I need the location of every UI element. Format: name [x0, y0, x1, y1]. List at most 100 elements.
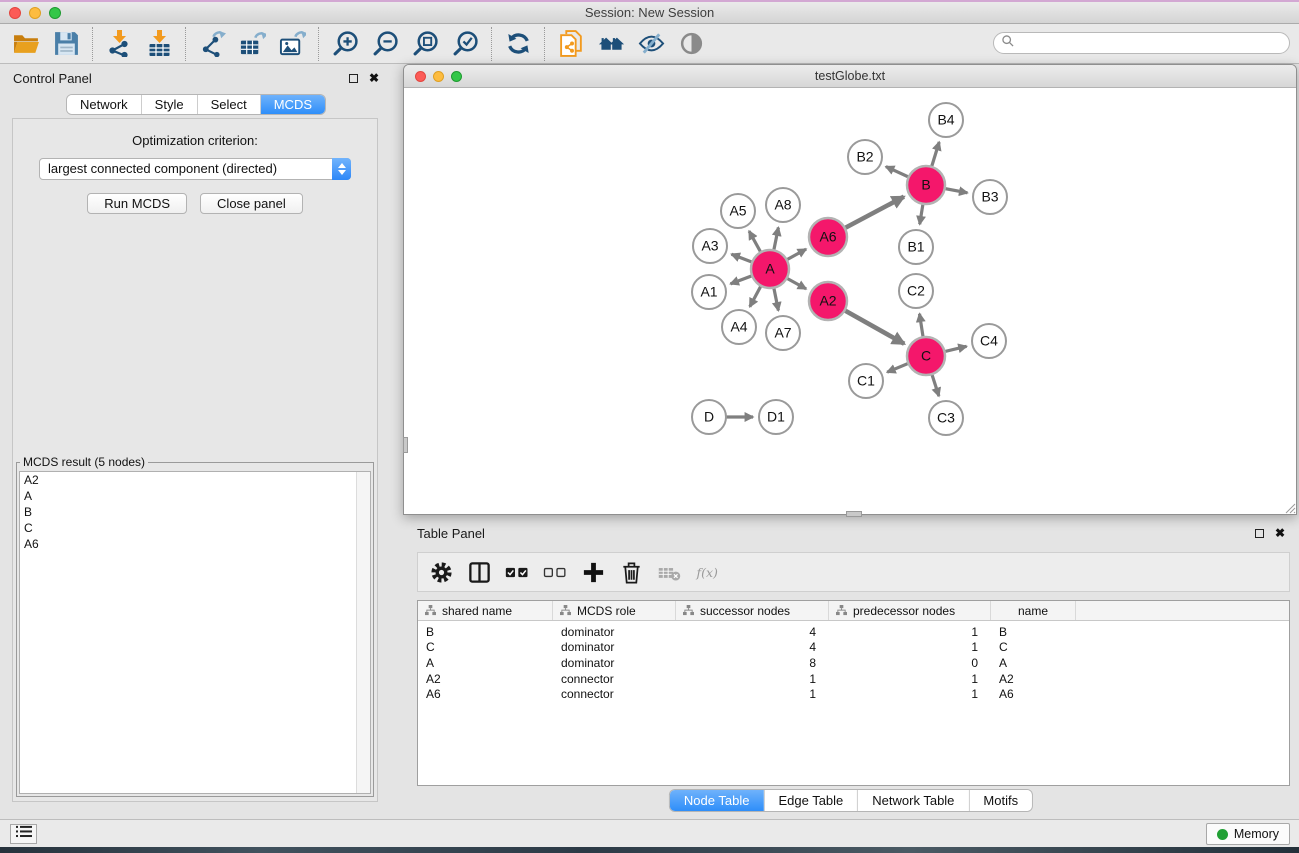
tab-network[interactable]: Network	[67, 95, 141, 114]
save-session-button[interactable]	[46, 27, 86, 61]
column-header-predecessor-nodes[interactable]: predecessor nodes	[829, 601, 991, 620]
mcds-result-item[interactable]: A	[20, 488, 370, 504]
close-window-button[interactable]	[9, 7, 21, 19]
mcds-result-list[interactable]: A2ABCA6	[19, 471, 371, 794]
tab-mcds[interactable]: MCDS	[260, 95, 325, 114]
dropdown-stepper-icon[interactable]	[332, 158, 351, 180]
import-table-button[interactable]	[139, 27, 179, 61]
bottom-divider-handle[interactable]	[846, 511, 862, 517]
search-input[interactable]	[1015, 34, 1289, 52]
graph-node-C3[interactable]: C3	[929, 401, 963, 435]
search-box[interactable]	[993, 32, 1290, 54]
table-row[interactable]: Bdominator41B	[418, 624, 1289, 640]
mcds-result-item[interactable]: A2	[20, 472, 370, 488]
resize-grip-icon[interactable]	[1282, 500, 1296, 514]
graph-node-B3[interactable]: B3	[973, 180, 1007, 214]
graph-node-A2[interactable]: A2	[809, 282, 847, 320]
table-cell-predecessor-nodes[interactable]: 1	[829, 625, 991, 639]
zoom-in-button[interactable]	[325, 27, 365, 61]
zoom-selected-button[interactable]	[445, 27, 485, 61]
export-image-button[interactable]	[272, 27, 312, 61]
column-header-name[interactable]: name	[991, 601, 1076, 620]
graph-node-A5[interactable]: A5	[721, 194, 755, 228]
table-cell-shared-name[interactable]: A6	[418, 687, 553, 701]
float-table-panel-icon[interactable]	[1255, 529, 1264, 538]
graph-node-B2[interactable]: B2	[848, 140, 882, 174]
close-table-panel-icon[interactable]: ✖	[1275, 527, 1285, 539]
table-cell-shared-name[interactable]: A	[418, 656, 553, 670]
table-cell-shared-name[interactable]: C	[418, 640, 553, 654]
table-cell-successor-nodes[interactable]: 1	[676, 672, 829, 686]
network-close-button[interactable]	[415, 71, 426, 82]
table-cell-shared-name[interactable]: A2	[418, 672, 553, 686]
table-cell-predecessor-nodes[interactable]: 1	[829, 672, 991, 686]
table-cell-successor-nodes[interactable]: 1	[676, 687, 829, 701]
network-maximize-button[interactable]	[451, 71, 462, 82]
graph-node-C4[interactable]: C4	[972, 324, 1006, 358]
graph-node-C1[interactable]: C1	[849, 364, 883, 398]
import-network-button[interactable]	[99, 27, 139, 61]
delete-columns-button[interactable]	[612, 555, 650, 589]
zoom-fit-button[interactable]	[405, 27, 445, 61]
graph-node-A8[interactable]: A8	[766, 188, 800, 222]
tab-motifs[interactable]: Motifs	[968, 790, 1032, 811]
column-layout-button[interactable]	[460, 555, 498, 589]
graph-node-A[interactable]: A	[751, 250, 789, 288]
graph-node-A4[interactable]: A4	[722, 310, 756, 344]
tab-select[interactable]: Select	[197, 95, 260, 114]
table-cell-name[interactable]: C	[991, 640, 1076, 654]
apply-layout-button[interactable]	[498, 27, 538, 61]
column-header-shared-name[interactable]: shared name	[418, 601, 553, 620]
mcds-result-item[interactable]: A6	[20, 536, 370, 552]
export-table-button[interactable]	[232, 27, 272, 61]
table-row[interactable]: A6connector11A6	[418, 686, 1289, 702]
table-cell-predecessor-nodes[interactable]: 1	[829, 640, 991, 654]
table-settings-button[interactable]	[422, 555, 460, 589]
tab-network-table[interactable]: Network Table	[857, 790, 968, 811]
show-all-networks-button[interactable]	[591, 27, 631, 61]
graph-node-A1[interactable]: A1	[692, 275, 726, 309]
table-cell-name[interactable]: A	[991, 656, 1076, 670]
float-panel-icon[interactable]	[349, 74, 358, 83]
mcds-result-item[interactable]: C	[20, 520, 370, 536]
birds-eye-view-button[interactable]	[671, 27, 711, 61]
criterion-dropdown[interactable]: largest connected component (directed)	[39, 158, 351, 180]
graph-node-C2[interactable]: C2	[899, 274, 933, 308]
add-column-button[interactable]	[574, 555, 612, 589]
graph-node-B1[interactable]: B1	[899, 230, 933, 264]
graph-node-C[interactable]: C	[907, 337, 945, 375]
open-session-button[interactable]	[6, 27, 46, 61]
table-cell-predecessor-nodes[interactable]: 0	[829, 656, 991, 670]
minimize-window-button[interactable]	[29, 7, 41, 19]
zoom-out-button[interactable]	[365, 27, 405, 61]
table-cell-mcds-role[interactable]: dominator	[553, 625, 676, 639]
column-header-successor-nodes[interactable]: successor nodes	[676, 601, 829, 620]
left-divider-handle[interactable]	[403, 437, 408, 453]
unselect-all-columns-button[interactable]	[536, 555, 574, 589]
window-controls[interactable]	[9, 7, 61, 19]
table-cell-name[interactable]: A2	[991, 672, 1076, 686]
select-all-columns-button[interactable]	[498, 555, 536, 589]
table-cell-successor-nodes[interactable]: 4	[676, 640, 829, 654]
network-window-controls[interactable]	[415, 71, 462, 82]
run-mcds-button[interactable]: Run MCDS	[87, 193, 187, 214]
table-row[interactable]: A2connector11A2	[418, 671, 1289, 687]
memory-button[interactable]: Memory	[1206, 823, 1290, 845]
close-panel-button[interactable]: Close panel	[200, 193, 303, 214]
graph-node-A3[interactable]: A3	[693, 229, 727, 263]
table-cell-mcds-role[interactable]: dominator	[553, 656, 676, 670]
maximize-window-button[interactable]	[49, 7, 61, 19]
column-header-mcds-role[interactable]: MCDS role	[553, 601, 676, 620]
table-cell-mcds-role[interactable]: dominator	[553, 640, 676, 654]
network-canvas[interactable]: B4 B2 B B3 B1 C2 A5 A8 A6 A3 A A1 A2 A4 A7 C C1 C4 C3 D D1	[404, 88, 1296, 514]
graph-node-B[interactable]: B	[907, 166, 945, 204]
graph-node-D1[interactable]: D1	[759, 400, 793, 434]
table-cell-name[interactable]: B	[991, 625, 1076, 639]
graph-node-B4[interactable]: B4	[929, 103, 963, 137]
export-network-button[interactable]	[192, 27, 232, 61]
table-cell-mcds-role[interactable]: connector	[553, 672, 676, 686]
graph-node-A6[interactable]: A6	[809, 218, 847, 256]
hide-graphics-details-button[interactable]	[631, 27, 671, 61]
graph-node-A7[interactable]: A7	[766, 316, 800, 350]
graph-node-D[interactable]: D	[692, 400, 726, 434]
